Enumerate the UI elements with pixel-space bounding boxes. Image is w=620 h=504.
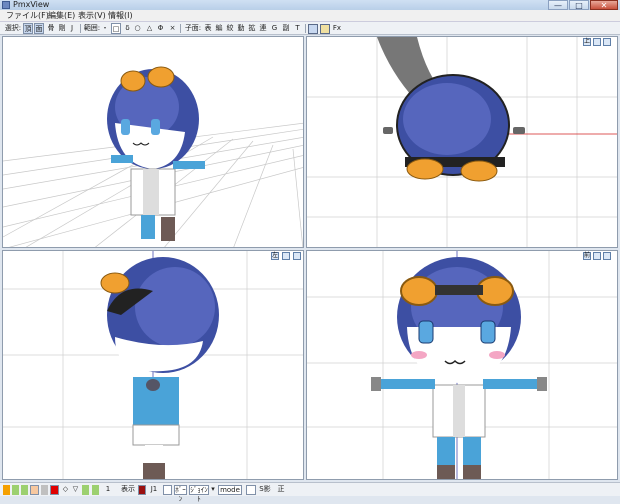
subface-button-2[interactable]: 編 <box>214 23 224 34</box>
subface-button-3[interactable]: 絞 <box>225 23 235 34</box>
range-rect-icon[interactable]: □ <box>111 23 121 34</box>
small-label: J1 <box>150 485 158 493</box>
subface-button-5[interactable]: 拡 <box>247 23 257 34</box>
top-view-scene <box>307 37 617 247</box>
toggle-icon-9[interactable] <box>82 485 89 495</box>
bone-toggle[interactable]: ﾎﾞｰﾝ <box>174 485 187 503</box>
head-top-model <box>383 74 525 182</box>
viewport-left[interactable]: 左 <box>2 250 304 480</box>
toggle-icon-1[interactable] <box>3 485 10 495</box>
joint-toggle[interactable]: ｼﾞｮｲﾝﾄ <box>189 485 209 503</box>
character-side-model <box>100 257 219 479</box>
title-bar: PmxView — □ ✕ <box>0 0 620 10</box>
character-model <box>107 66 205 241</box>
app-icon <box>2 1 10 9</box>
subface-button-6[interactable]: 連 <box>258 23 268 34</box>
range-circle-icon[interactable]: ○ <box>133 23 142 34</box>
maximize-button[interactable]: □ <box>569 0 589 10</box>
range-phi-icon[interactable]: Φ <box>156 23 165 34</box>
close-button[interactable]: ✕ <box>590 0 618 10</box>
select-label: 選択: <box>4 24 22 32</box>
menu-bar: ファイル(F) 編集(E) 表示(V) 情報(I) <box>0 10 620 22</box>
select-face-button[interactable]: 面 <box>34 23 44 34</box>
subface-button-1[interactable]: 表 <box>203 23 213 34</box>
menu-edit[interactable]: 編集(E) <box>48 11 75 21</box>
perspective-scene <box>3 66 303 247</box>
side-view-scene <box>3 251 303 479</box>
toolbar-separator <box>80 24 81 33</box>
view-label-front[interactable]: 前 <box>583 252 591 260</box>
toolbar-separator <box>180 24 181 33</box>
view-label-left[interactable]: 左 <box>271 252 279 260</box>
range-point-icon[interactable]: ・ <box>101 23 109 34</box>
toolbar: 選択: 頂 面 骨 剛 J 範囲: ・ □ δ ○ △ Φ × 子面: 表 編 … <box>0 22 620 35</box>
toggle-icon-4[interactable] <box>30 485 39 495</box>
minimize-button[interactable]: — <box>548 0 568 10</box>
toggle-icon-3[interactable] <box>21 485 28 495</box>
shadow-label[interactable]: S影 <box>258 485 272 495</box>
rotate-icon[interactable] <box>603 38 611 46</box>
toggle-icon-5[interactable] <box>41 485 48 495</box>
front-view-scene <box>307 251 617 479</box>
viewport-front[interactable]: 前 <box>306 250 618 480</box>
view-label-top[interactable]: 上 <box>583 38 591 46</box>
subface-label: 子面: <box>184 24 202 32</box>
subface-button-9[interactable]: T <box>293 23 302 34</box>
range-clear-icon[interactable]: × <box>168 23 177 34</box>
rotate-icon[interactable] <box>293 252 301 260</box>
num-label: 1 <box>105 485 111 493</box>
viewport-perspective[interactable] <box>2 36 304 248</box>
select-vertex-button[interactable]: 頂 <box>23 23 33 34</box>
subface-button-8[interactable]: 副 <box>281 23 291 34</box>
viewport-top[interactable]: 上 <box>306 36 618 248</box>
display-icon[interactable] <box>163 485 172 495</box>
move-icon[interactable] <box>282 252 290 260</box>
shadow-icon[interactable] <box>246 485 256 495</box>
chevron-down-icon[interactable]: ▾ <box>211 485 215 495</box>
character-front-model <box>371 257 547 479</box>
mode-select[interactable]: mode <box>218 485 242 495</box>
menu-file[interactable]: ファイル(F) <box>6 11 49 21</box>
range-label: 範囲: <box>83 24 101 32</box>
move-icon[interactable] <box>593 38 601 46</box>
select-joint-button[interactable]: J <box>68 23 76 34</box>
move-icon[interactable] <box>593 252 601 260</box>
toggle-icon-6[interactable] <box>50 485 59 495</box>
toggle-icon-2[interactable] <box>12 485 19 495</box>
window-title: PmxView <box>13 0 50 9</box>
app-window: PmxView — □ ✕ ファイル(F) 編集(E) 表示(V) 情報(I) … <box>0 0 620 503</box>
range-triangle-icon[interactable]: △ <box>145 23 154 34</box>
range-lasso-icon[interactable]: δ <box>123 23 132 34</box>
toggle-icon-10[interactable] <box>92 485 99 495</box>
rotate-icon[interactable] <box>603 252 611 260</box>
tex-label: 表示 <box>121 485 135 493</box>
select-rigid-button[interactable]: 剛 <box>57 23 67 34</box>
menu-info[interactable]: 情報(I) <box>108 11 133 21</box>
menu-view[interactable]: 表示(V) <box>78 11 106 21</box>
fx-button[interactable]: Fx <box>332 23 342 34</box>
status-bar: ◇ ▽ 1 表示 J1 ﾎﾞｰﾝ ｼﾞｮｲﾝﾄ ▾ mode S影 正 <box>0 482 620 503</box>
select-bone-button[interactable]: 骨 <box>46 23 56 34</box>
toggle-icon-7[interactable]: ◇ <box>62 485 69 495</box>
color-swatch[interactable] <box>138 485 146 495</box>
shading-icon[interactable] <box>308 24 318 34</box>
grid-icon[interactable] <box>320 24 330 34</box>
subface-button-7[interactable]: G <box>270 23 279 34</box>
toolbar-separator <box>305 24 306 33</box>
toggle-icon-8[interactable]: ▽ <box>72 485 79 495</box>
subface-button-4[interactable]: 動 <box>236 23 246 34</box>
projection-label[interactable]: 正 <box>276 485 286 495</box>
